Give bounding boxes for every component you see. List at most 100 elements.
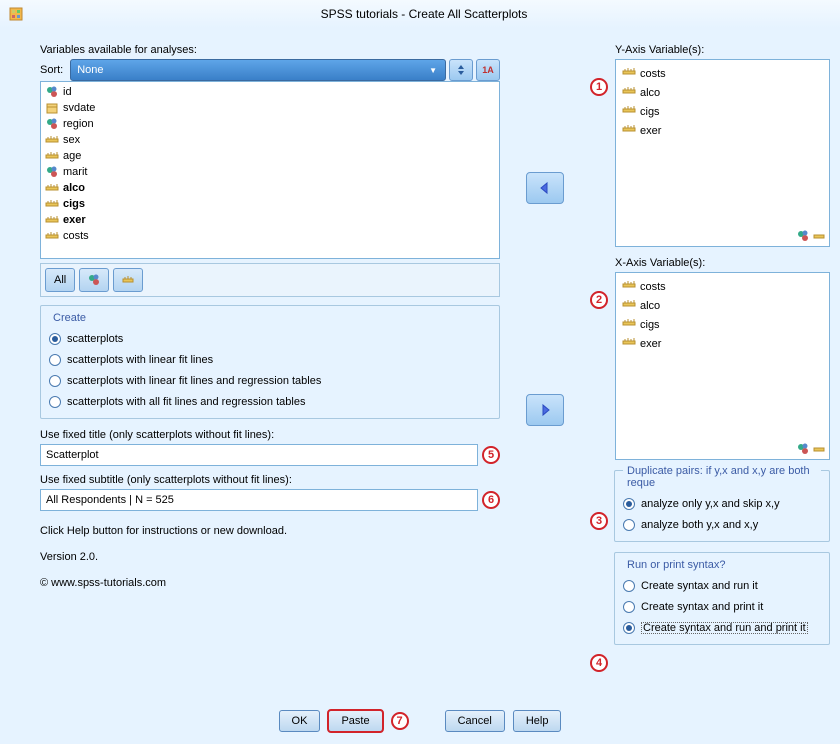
app-icon bbox=[8, 6, 24, 22]
run-option-label: Create syntax and run and print it bbox=[641, 622, 808, 634]
paste-button[interactable]: Paste bbox=[328, 710, 382, 732]
create-option[interactable]: scatterplots with linear fit lines bbox=[49, 354, 491, 366]
callout-2: 2 bbox=[590, 291, 608, 309]
axis-variable-item[interactable]: exer bbox=[620, 334, 825, 353]
scale-icon bbox=[45, 229, 59, 243]
variable-item[interactable]: costs bbox=[43, 228, 497, 244]
filter-nominal-button[interactable] bbox=[79, 268, 109, 292]
cancel-button[interactable]: Cancel bbox=[445, 710, 505, 732]
sort-alpha-icon: 1A bbox=[482, 65, 494, 75]
variable-name: sex bbox=[63, 134, 80, 146]
variable-name: alco bbox=[640, 87, 660, 99]
variable-name: cigs bbox=[640, 106, 660, 118]
duplicate-fieldset: Duplicate pairs: if y,x and x,y are both… bbox=[614, 470, 830, 542]
variable-name: marit bbox=[63, 166, 87, 178]
filter-scale-button[interactable] bbox=[113, 268, 143, 292]
ok-button[interactable]: OK bbox=[279, 710, 321, 732]
variable-item[interactable]: svdate bbox=[43, 100, 497, 116]
filter-row: All bbox=[40, 263, 500, 297]
run-option-label: Create syntax and print it bbox=[641, 601, 763, 613]
available-label: Variables available for analyses: bbox=[40, 44, 500, 56]
title-input[interactable] bbox=[40, 444, 478, 466]
run-option-label: Create syntax and run it bbox=[641, 580, 758, 592]
axis-variable-item[interactable]: cigs bbox=[620, 102, 825, 121]
axis-variable-item[interactable]: costs bbox=[620, 277, 825, 296]
window-title: SPSS tutorials - Create All Scatterplots bbox=[32, 7, 816, 21]
scale-icon bbox=[622, 316, 636, 333]
variable-item[interactable]: marit bbox=[43, 164, 497, 180]
filter-all-label: All bbox=[54, 274, 66, 286]
scale-icon bbox=[622, 103, 636, 120]
duplicate-option-label: analyze both y,x and x,y bbox=[641, 519, 758, 531]
scale-icon bbox=[45, 181, 59, 195]
variable-item[interactable]: id bbox=[43, 84, 497, 100]
date-icon bbox=[45, 101, 59, 115]
variable-name: id bbox=[63, 86, 72, 98]
move-to-y-button[interactable] bbox=[526, 172, 564, 204]
duplicate-option[interactable]: analyze both y,x and x,y bbox=[623, 519, 821, 531]
create-option-label: scatterplots with linear fit lines bbox=[67, 354, 213, 366]
scale-icon bbox=[622, 278, 636, 295]
scale-icon bbox=[45, 197, 59, 211]
duplicate-option[interactable]: analyze only y,x and skip x,y bbox=[623, 498, 821, 510]
nominal-icon bbox=[796, 442, 810, 456]
axis-variable-item[interactable]: exer bbox=[620, 121, 825, 140]
variable-name: cigs bbox=[63, 198, 85, 210]
variable-name: costs bbox=[63, 230, 89, 242]
variable-name: exer bbox=[640, 338, 661, 350]
filter-all-button[interactable]: All bbox=[45, 268, 75, 292]
nominal-icon bbox=[87, 273, 101, 287]
sort-combo[interactable]: None bbox=[70, 59, 446, 81]
arrow-left-icon bbox=[537, 181, 553, 195]
subtitle-input-label: Use fixed subtitle (only scatterplots wi… bbox=[40, 474, 500, 486]
duplicate-legend: Duplicate pairs: if y,x and x,y are both… bbox=[623, 465, 821, 489]
create-option[interactable]: scatterplots with all fit lines and regr… bbox=[49, 396, 491, 408]
axis-variable-item[interactable]: alco bbox=[620, 83, 825, 102]
sort-alpha-button[interactable]: 1A bbox=[476, 59, 500, 81]
axis-variable-item[interactable]: alco bbox=[620, 296, 825, 315]
nom-icon bbox=[45, 165, 59, 179]
variable-item[interactable]: sex bbox=[43, 132, 497, 148]
scale-icon bbox=[622, 335, 636, 352]
help-hint: Click Help button for instructions or ne… bbox=[40, 525, 500, 537]
run-option[interactable]: Create syntax and run it bbox=[623, 580, 821, 592]
create-option[interactable]: scatterplots bbox=[49, 333, 491, 345]
axis-variable-item[interactable]: costs bbox=[620, 64, 825, 83]
callout-3: 3 bbox=[590, 512, 608, 530]
duplicate-option-label: analyze only y,x and skip x,y bbox=[641, 498, 780, 510]
variable-name: age bbox=[63, 150, 81, 162]
variable-item[interactable]: alco bbox=[43, 180, 497, 196]
available-variables-list[interactable]: id svdate region sex age marit alco cigs exer cos… bbox=[40, 81, 500, 259]
scale-icon bbox=[812, 229, 826, 243]
create-option-label: scatterplots with linear fit lines and r… bbox=[67, 375, 321, 387]
y-axis-label: Y-Axis Variable(s): bbox=[615, 44, 830, 56]
nom-icon bbox=[45, 117, 59, 131]
run-fieldset: Run or print syntax? Create syntax and r… bbox=[614, 552, 830, 645]
sort-direction-button[interactable] bbox=[449, 59, 473, 81]
subtitle-input[interactable] bbox=[40, 489, 478, 511]
variable-item[interactable]: age bbox=[43, 148, 497, 164]
y-axis-list[interactable]: costs alco cigs exer bbox=[615, 59, 830, 247]
create-option[interactable]: scatterplots with linear fit lines and r… bbox=[49, 375, 491, 387]
run-option[interactable]: Create syntax and print it bbox=[623, 601, 821, 613]
callout-6: 6 bbox=[482, 491, 500, 509]
run-option[interactable]: Create syntax and run and print it bbox=[623, 622, 821, 634]
radio-icon bbox=[623, 622, 635, 634]
scale-icon bbox=[45, 149, 59, 163]
callout-4: 4 bbox=[590, 654, 608, 672]
variable-name: alco bbox=[63, 182, 85, 194]
help-button[interactable]: Help bbox=[513, 710, 562, 732]
variable-item[interactable]: cigs bbox=[43, 196, 497, 212]
variable-name: costs bbox=[640, 68, 666, 80]
x-axis-list[interactable]: costsalcocigs exer bbox=[615, 272, 830, 460]
variable-item[interactable]: region bbox=[43, 116, 497, 132]
scale-icon bbox=[622, 65, 636, 82]
create-option-label: scatterplots with all fit lines and regr… bbox=[67, 396, 305, 408]
scale-icon bbox=[622, 84, 636, 101]
variable-item[interactable]: exer bbox=[43, 212, 497, 228]
move-to-x-button[interactable] bbox=[526, 394, 564, 426]
variable-name: region bbox=[63, 118, 94, 130]
variable-name: svdate bbox=[63, 102, 95, 114]
create-legend: Create bbox=[49, 312, 90, 324]
axis-variable-item[interactable]: cigs bbox=[620, 315, 825, 334]
